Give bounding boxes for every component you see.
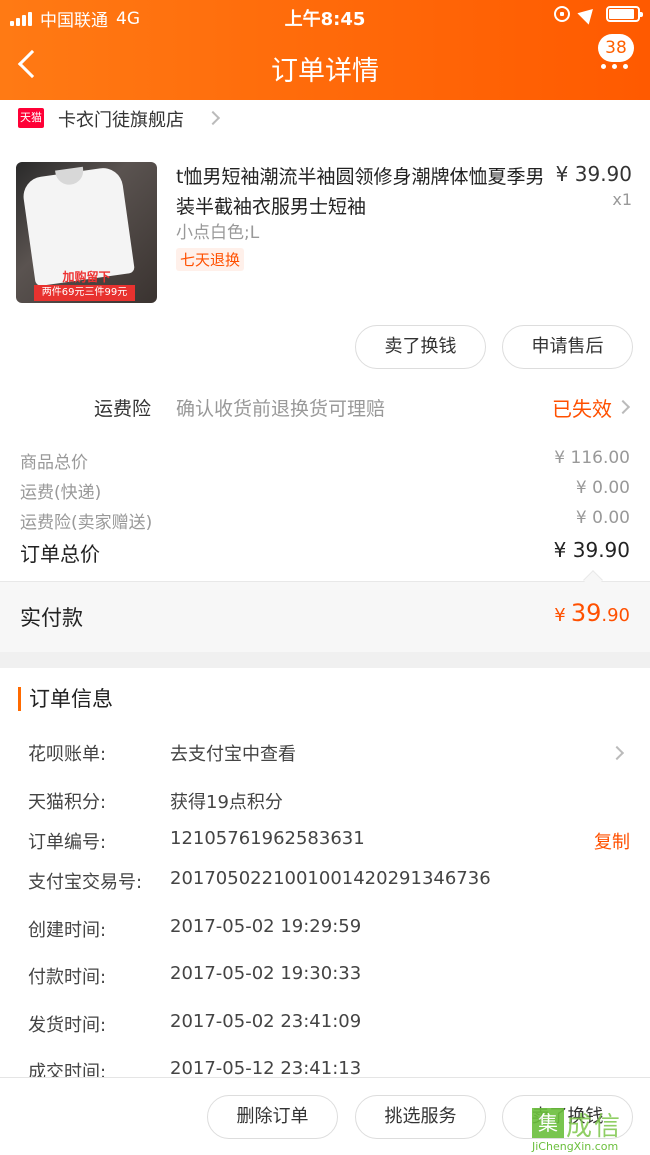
shipping-fee-value: ¥ 0.00 <box>575 478 630 498</box>
shipping-insurance-row[interactable]: 运费险 确认收货前退换货可理赔 已失效 <box>0 386 650 426</box>
product-item[interactable]: 加购留下 两件69元三件99元 t恤男短袖潮流半袖圆领修身潮牌体恤夏季男装半截袖… <box>0 140 650 320</box>
pick-service-button[interactable]: 挑选服务 <box>355 1095 486 1139</box>
copy-button[interactable]: 复制 <box>594 828 630 854</box>
sell-for-cash-button[interactable]: 卖了换钱 <box>355 325 486 369</box>
shipping-fee-row: 运费(快递) ¥ 0.00 <box>20 478 630 506</box>
goods-total-label: 商品总价 <box>20 453 88 473</box>
chevron-right-icon <box>615 399 631 415</box>
goods-total-value: ¥ 116.00 <box>554 448 630 468</box>
insurance-desc: 确认收货前退换货可理赔 <box>176 398 386 420</box>
amount-paid-value: ¥ 39.90 <box>554 599 630 627</box>
delete-order-button[interactable]: 删除订单 <box>207 1095 338 1139</box>
insurance-status: 已失效 <box>552 397 612 421</box>
rotation-lock-icon <box>554 6 570 22</box>
info-row-points: 天猫积分: 获得19点积分 <box>28 792 283 813</box>
chevron-right-icon <box>609 745 625 761</box>
insurance-label: 运费险 <box>94 398 152 420</box>
status-bar: 中国联通 4G 上午8:45 <box>0 0 650 34</box>
product-sku: 小点白色;L <box>176 223 260 243</box>
clock: 上午8:45 <box>284 9 366 30</box>
promo-banner: 两件69元三件99元 <box>34 285 135 301</box>
shop-row[interactable]: 天猫 卡衣门徒旗舰店 <box>0 100 650 140</box>
amount-paid-label: 实付款 <box>20 606 83 630</box>
order-info-title: 订单信息 <box>18 687 113 711</box>
battery-icon <box>606 6 643 22</box>
watermark-logo: 集 成信 JiChengXin.com <box>532 1106 650 1155</box>
nav-bar: 订单详情 38 <box>0 34 650 100</box>
shipping-fee-label: 运费(快递) <box>20 483 102 503</box>
product-quantity: x1 <box>612 190 632 209</box>
info-row-alipay-trade: 支付宝交易号: 2017050221001001420291346736 <box>28 868 491 893</box>
info-row-huabei[interactable]: 花呗账单: 去支付宝中查看 <box>28 740 630 770</box>
goods-total-row: 商品总价 ¥ 116.00 <box>20 448 630 476</box>
order-total-row: 订单总价 ¥ 39.90 <box>20 538 630 566</box>
product-title: t恤男短袖潮流半袖圆领修身潮牌体恤夏季男装半截袖衣服男士短袖 <box>176 166 545 218</box>
header: 中国联通 4G 上午8:45 订单详情 38 <box>0 0 650 100</box>
info-row-order-number: 订单编号: 12105761962583631 复制 <box>28 828 630 854</box>
info-row-paid: 付款时间: 2017-05-02 19:30:33 <box>28 963 362 988</box>
promo-text: 加购留下 <box>62 270 111 284</box>
chevron-right-icon <box>205 110 221 126</box>
info-row-shipped: 发货时间: 2017-05-02 23:41:09 <box>28 1011 362 1036</box>
order-total-value: ¥ 39.90 <box>553 538 630 562</box>
section-gap <box>0 652 650 668</box>
shop-name: 卡衣门徒旗舰店 <box>58 110 184 131</box>
tmall-logo: 天猫 <box>18 108 44 128</box>
product-price: ¥ 39.90 <box>555 162 632 186</box>
order-total-label: 订单总价 <box>20 542 100 566</box>
more-dots-icon <box>601 64 628 69</box>
amount-paid-row: 实付款 ¥ 39.90 <box>0 582 650 652</box>
insurance-fee-row: 运费险(卖家赠送) ¥ 0.00 <box>20 508 630 536</box>
message-count-badge: 38 <box>598 34 634 62</box>
more-menu-button[interactable]: 38 <box>594 34 634 74</box>
insurance-fee-value: ¥ 0.00 <box>575 508 630 528</box>
info-row-created: 创建时间: 2017-05-02 19:29:59 <box>28 916 362 941</box>
location-icon <box>577 3 599 25</box>
insurance-fee-label: 运费险(卖家赠送) <box>20 513 153 533</box>
after-sales-button[interactable]: 申请售后 <box>502 325 633 369</box>
page-title: 订单详情 <box>271 56 379 87</box>
return-policy-tag: 七天退换 <box>176 248 245 271</box>
product-thumbnail[interactable]: 加购留下 两件69元三件99元 <box>16 162 157 303</box>
